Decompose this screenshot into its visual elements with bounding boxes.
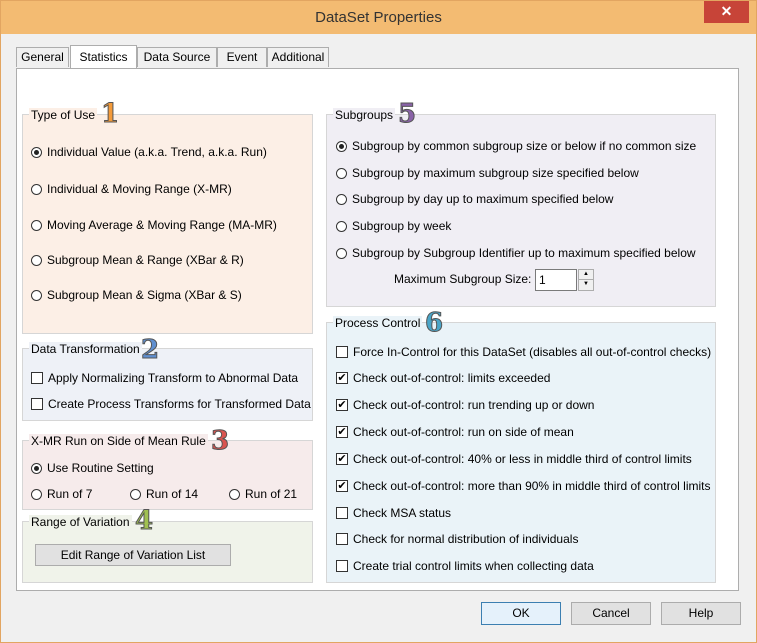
checkbox[interactable] (31, 372, 43, 384)
type-option-xbar-r[interactable]: Subgroup Mean & Range (XBar & R) (31, 253, 244, 267)
close-icon[interactable]: ✕ (721, 3, 733, 19)
subgroup-option-by-day[interactable]: Subgroup by day up to maximum specified … (336, 192, 613, 206)
check-limits-exceeded-checkbox[interactable]: ✔ Check out-of-control: limits exceeded (336, 371, 550, 385)
subgroup-option-by-identifier[interactable]: Subgroup by Subgroup Identifier up to ma… (336, 246, 696, 260)
radio-button[interactable] (336, 247, 347, 259)
title-bar: DataSet Properties ✕ (1, 1, 756, 34)
radio-button[interactable] (31, 219, 42, 231)
check-normal-distribution-checkbox[interactable]: Check for normal distribution of individ… (336, 532, 578, 546)
radio-button[interactable] (31, 183, 42, 195)
spin-down-icon[interactable]: ▼ (579, 280, 593, 290)
radio-button[interactable] (336, 167, 347, 179)
type-option-ma-mr[interactable]: Moving Average & Moving Range (MA-MR) (31, 218, 277, 232)
tab-general[interactable]: General (16, 47, 69, 67)
radio-button[interactable] (130, 488, 141, 500)
badge-number-5: 5 (397, 99, 417, 129)
range-of-variation-group: Range of Variation 4 Edit Range of Varia… (22, 508, 313, 583)
max-subgroup-size-label: Maximum Subgroup Size: (394, 272, 532, 286)
checkbox[interactable]: ✔ (336, 480, 348, 492)
subgroups-title: Subgroups (333, 108, 396, 122)
radio-button[interactable] (31, 254, 42, 266)
checkbox[interactable] (336, 346, 348, 358)
checkbox[interactable] (336, 560, 348, 572)
badge-number-6: 6 (424, 308, 444, 338)
run-of-14-radio[interactable]: Run of 14 (130, 487, 198, 501)
run-of-7-radio[interactable]: Run of 7 (31, 487, 92, 501)
xmr-run-group: X-MR Run on Side of Mean Rule 3 Use Rout… (22, 428, 313, 510)
type-option-xbar-s[interactable]: Subgroup Mean & Sigma (XBar & S) (31, 288, 242, 302)
badge-number-1: 1 (100, 99, 120, 129)
checkbox[interactable]: ✔ (336, 453, 348, 465)
statistics-panel: Type of Use 1 Individual Value (a.k.a. T… (16, 68, 739, 591)
tab-data-source[interactable]: Data Source (137, 47, 217, 67)
use-routine-setting-radio[interactable]: Use Routine Setting (31, 461, 154, 475)
subgroup-option-by-week[interactable]: Subgroup by week (336, 219, 451, 233)
checkbox[interactable]: ✔ (336, 426, 348, 438)
badge-number-2: 2 (140, 335, 160, 365)
spin-up-icon[interactable]: ▲ (579, 270, 593, 280)
type-option-individual-value[interactable]: Individual Value (a.k.a. Trend, a.k.a. R… (31, 145, 267, 159)
check-run-trending-checkbox[interactable]: ✔ Check out-of-control: run trending up o… (336, 398, 594, 412)
radio-button[interactable] (336, 140, 347, 152)
subgroups-group: Subgroups 5 Subgroup by common subgroup … (326, 101, 716, 307)
subgroup-option-common-size[interactable]: Subgroup by common subgroup size or belo… (336, 139, 696, 153)
badge-number-3: 3 (210, 426, 230, 456)
process-control-title: Process Control (333, 316, 423, 330)
tab-statistics[interactable]: Statistics (70, 45, 137, 68)
apply-normalizing-checkbox[interactable]: Apply Normalizing Transform to Abnormal … (31, 371, 298, 385)
checkbox[interactable] (336, 533, 348, 545)
max-subgroup-size-input[interactable]: 1 (535, 269, 577, 291)
subgroup-option-max-size[interactable]: Subgroup by maximum subgroup size specif… (336, 166, 639, 180)
badge-number-4: 4 (134, 506, 154, 536)
type-option-x-mr[interactable]: Individual & Moving Range (X-MR) (31, 182, 232, 196)
radio-button[interactable] (31, 488, 42, 500)
check-90-percent-checkbox[interactable]: ✔ Check out-of-control: more than 90% in … (336, 479, 711, 493)
dialog-client: General Statistics Data Source Event Add… (8, 34, 749, 636)
radio-button[interactable] (336, 220, 347, 232)
type-of-use-group: Type of Use 1 Individual Value (a.k.a. T… (22, 101, 313, 334)
dialog-window: DataSet Properties ✕ General Statistics … (0, 0, 757, 643)
radio-button[interactable] (336, 193, 347, 205)
help-button[interactable]: Help (661, 602, 741, 625)
radio-button[interactable] (31, 289, 42, 301)
process-control-group: Process Control 6 Force In-Control for t… (326, 310, 716, 583)
cancel-button[interactable]: Cancel (571, 602, 651, 625)
create-trial-limits-checkbox[interactable]: Create trial control limits when collect… (336, 559, 594, 573)
radio-button[interactable] (31, 146, 42, 158)
check-run-side-of-mean-checkbox[interactable]: ✔ Check out-of-control: run on side of me… (336, 425, 574, 439)
xmr-run-title: X-MR Run on Side of Mean Rule (29, 434, 208, 448)
data-transformation-group: Data Transformation 2 Apply Normalizing … (22, 337, 313, 421)
range-of-variation-title: Range of Variation (29, 515, 132, 529)
window-title: DataSet Properties (315, 9, 442, 26)
tab-additional[interactable]: Additional (267, 47, 329, 67)
create-process-transforms-checkbox[interactable]: Create Process Transforms for Transforme… (31, 397, 311, 411)
data-transformation-title: Data Transformation (29, 342, 142, 356)
ok-button[interactable]: OK (481, 602, 561, 625)
run-of-21-radio[interactable]: Run of 21 (229, 487, 297, 501)
check-msa-status-checkbox[interactable]: Check MSA status (336, 506, 451, 520)
edit-range-of-variation-button[interactable]: Edit Range of Variation List (35, 544, 231, 566)
checkbox[interactable] (336, 507, 348, 519)
close-button[interactable]: ✕ (704, 1, 749, 23)
checkbox[interactable] (31, 398, 43, 410)
checkbox[interactable]: ✔ (336, 399, 348, 411)
tab-event[interactable]: Event (217, 47, 267, 67)
check-40-percent-checkbox[interactable]: ✔ Check out-of-control: 40% or less in mi… (336, 452, 692, 466)
force-in-control-checkbox[interactable]: Force In-Control for this DataSet (disab… (336, 345, 711, 359)
checkbox[interactable]: ✔ (336, 372, 348, 384)
type-of-use-title: Type of Use (29, 108, 98, 122)
max-subgroup-size-spinner[interactable]: ▲ ▼ (578, 269, 594, 291)
radio-button[interactable] (229, 488, 240, 500)
radio-button[interactable] (31, 462, 42, 474)
